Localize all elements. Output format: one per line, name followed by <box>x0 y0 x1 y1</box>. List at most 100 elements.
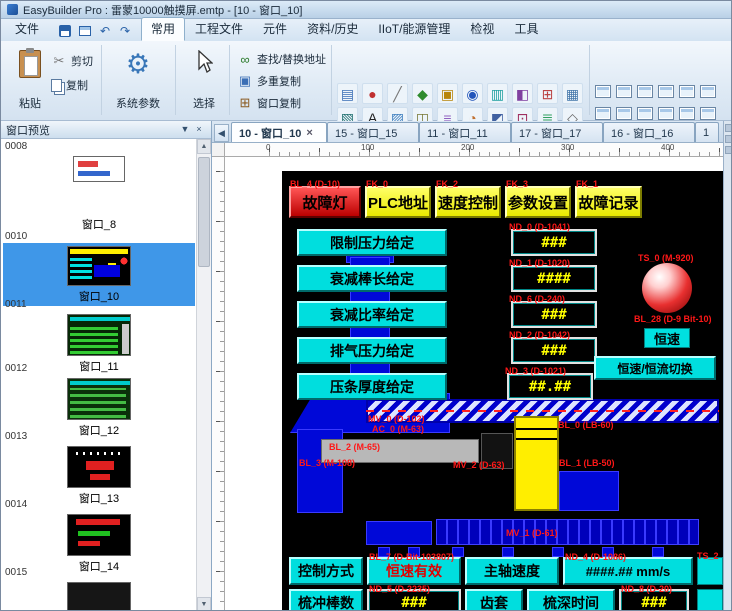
dock-icon[interactable] <box>725 135 732 143</box>
scroll-down-icon[interactable]: ▼ <box>197 597 211 611</box>
window-thumbnail[interactable] <box>67 246 131 286</box>
numeric-display[interactable]: #### <box>511 265 597 292</box>
paste-button[interactable]: 粘贴 <box>7 45 53 115</box>
menu-tab-object[interactable]: 元件 <box>253 17 297 41</box>
redo-icon[interactable]: ↷ <box>117 23 133 39</box>
list-item[interactable]: 0013 窗口_13 <box>1 429 197 497</box>
tab-close-icon[interactable]: × <box>306 127 312 139</box>
window-tool-icon[interactable] <box>658 107 674 120</box>
window-thumbnail[interactable] <box>67 314 131 356</box>
menu-tab-tool[interactable]: 工具 <box>504 17 548 41</box>
decay-ratio-set-button[interactable]: 衰减比率给定 <box>297 301 447 328</box>
scroll-up-icon[interactable]: ▲ <box>197 139 211 154</box>
element-icon[interactable]: ⊞ <box>537 83 558 104</box>
menu-tab-home[interactable]: 常用 <box>141 17 185 41</box>
window-thumbnail[interactable] <box>67 378 131 420</box>
menu-tab-view[interactable]: 检视 <box>460 17 504 41</box>
element-icon[interactable]: ▦ <box>562 83 583 104</box>
list-item[interactable]: 0010 窗口_10 <box>1 229 197 297</box>
window-tool-icon[interactable] <box>700 107 716 120</box>
window-tool-icon[interactable] <box>679 85 695 98</box>
panel-scrollbar[interactable]: ▲ ▼ <box>196 139 211 611</box>
spindle-speed-cell[interactable]: 主轴速度 <box>465 557 559 585</box>
window-tool-icon[interactable] <box>637 85 653 98</box>
menu-tab-project[interactable]: 工程文件 <box>185 17 253 41</box>
window-icon[interactable] <box>77 23 93 39</box>
window-tool-icon[interactable] <box>700 85 716 98</box>
control-mode-cell[interactable]: 控制方式 <box>289 557 363 585</box>
cut-button[interactable]: ✂ 剪切 <box>51 51 93 71</box>
document-tab[interactable]: 11 - 窗口_11 <box>419 122 511 142</box>
undo-icon[interactable]: ↶ <box>97 23 113 39</box>
right-dock-strip <box>723 121 732 611</box>
menu-file[interactable]: 文件 <box>5 17 49 41</box>
limit-pressure-set-button[interactable]: 限制压力给定 <box>297 229 447 256</box>
window-thumbnail[interactable] <box>67 582 131 611</box>
element-icon[interactable]: ╱ <box>387 83 408 104</box>
plc-address-button[interactable]: PLC地址 <box>365 186 431 218</box>
panel-close-icon[interactable]: × <box>192 123 206 136</box>
window-thumbnail[interactable] <box>67 514 131 556</box>
fault-lamp-button[interactable]: 故障灯 <box>289 186 361 218</box>
window-thumbnail[interactable] <box>73 156 125 182</box>
address-tag: BL_4 (D-10) <box>290 180 340 189</box>
decay-rod-length-set-button[interactable]: 衰减棒长给定 <box>297 265 447 292</box>
partial-element[interactable] <box>697 589 723 611</box>
multi-copy-button[interactable]: ▣ 多重复制 <box>237 71 301 91</box>
dock-icon[interactable] <box>725 124 732 132</box>
design-canvas[interactable]: 故障灯 BL_4 (D-10) PLC地址 FK_0 速度控制 FK_2 参数设… <box>225 157 723 611</box>
window-tool-icon[interactable] <box>658 85 674 98</box>
list-item[interactable]: 0008 窗口_8 <box>1 139 197 229</box>
numeric-display[interactable]: ##.## <box>507 373 593 400</box>
element-icon[interactable]: ◉ <box>462 83 483 104</box>
window-thumbnail[interactable] <box>67 446 131 488</box>
fault-record-button[interactable]: 故障记录 <box>575 186 642 218</box>
tooth-sleeve-cell[interactable]: 齿套 <box>465 589 523 611</box>
partial-element[interactable] <box>697 557 723 585</box>
parameter-setting-button[interactable]: 参数设置 <box>505 186 571 218</box>
menu-tab-data-history[interactable]: 资料/历史 <box>297 17 368 41</box>
document-tab[interactable]: 17 - 窗口_17 <box>511 122 603 142</box>
scrollbar-thumb[interactable] <box>198 157 210 267</box>
numeric-display[interactable]: ### <box>511 301 597 328</box>
document-tab[interactable]: 15 - 窗口_15 <box>327 122 419 142</box>
element-icon[interactable]: ◧ <box>512 83 533 104</box>
comb-depth-time-cell[interactable]: 梳深时间 <box>527 589 615 611</box>
speed-control-button[interactable]: 速度控制 <box>435 186 501 218</box>
panel-menu-icon[interactable]: ▼ <box>178 123 192 136</box>
window-tool-icon[interactable] <box>595 85 611 98</box>
window-copy-button[interactable]: ⊞ 窗口复制 <box>237 93 301 113</box>
element-icon[interactable]: ● <box>362 83 383 104</box>
window-tool-icon[interactable] <box>616 85 632 98</box>
dock-icon[interactable] <box>725 146 732 154</box>
element-icon[interactable]: ◆ <box>412 83 433 104</box>
tab-scroll-left-icon[interactable]: ◀ <box>214 124 229 142</box>
numeric-display[interactable]: ### <box>511 337 597 364</box>
exhaust-pressure-set-button[interactable]: 排气压力给定 <box>297 337 447 364</box>
strip-thickness-set-button[interactable]: 压条厚度给定 <box>297 373 447 400</box>
find-replace-address-button[interactable]: ∞ 查找/替换地址 <box>237 49 326 69</box>
save-icon[interactable] <box>57 23 73 39</box>
numeric-display[interactable]: ### <box>511 229 597 256</box>
window-tool-icon[interactable] <box>637 107 653 120</box>
window-tool-icon[interactable] <box>595 107 611 120</box>
address-tag: MV_2 (D-63) <box>453 461 505 470</box>
copy-button[interactable]: 复制 <box>51 75 88 95</box>
element-icon[interactable]: ▥ <box>487 83 508 104</box>
rod-count-cell[interactable]: 梳冲棒数 <box>289 589 363 611</box>
select-button[interactable]: 选择 <box>181 45 227 115</box>
system-parameters-button[interactable]: ⚙ 系统参数 <box>109 45 167 115</box>
speed-flow-switch-button[interactable]: 恒速/恒流切换 <box>594 356 716 380</box>
element-icon[interactable]: ▤ <box>337 83 358 104</box>
status-lamp[interactable] <box>642 263 692 313</box>
menu-tab-iiot-energy[interactable]: IIoT/能源管理 <box>368 17 460 41</box>
document-tab[interactable]: 10 - 窗口_10 × <box>231 122 327 142</box>
hmi-screen[interactable]: 故障灯 BL_4 (D-10) PLC地址 FK_0 速度控制 FK_2 参数设… <box>282 171 723 611</box>
window-tool-icon[interactable] <box>616 107 632 120</box>
document-tab[interactable]: 1 <box>695 122 719 142</box>
element-icon[interactable]: ▣ <box>437 83 458 104</box>
document-tab[interactable]: 16 - 窗口_16 <box>603 122 695 142</box>
window-tool-icon[interactable] <box>679 107 695 120</box>
list-item[interactable]: 0014 窗口_14 <box>1 497 197 565</box>
list-item[interactable]: 0011 窗口_11 <box>1 297 197 361</box>
